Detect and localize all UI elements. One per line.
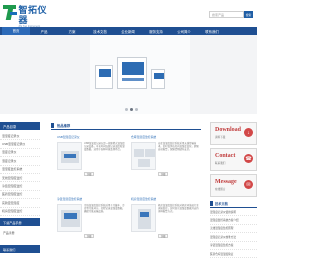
- banner-dot[interactable]: [125, 108, 128, 111]
- chat-icon: ✉: [244, 180, 253, 189]
- tech-docs-list: 温湿度记录仪使用说明 温湿度监控系统方案介绍 无线温湿度监控原理 温湿度记录仪校…: [210, 208, 257, 259]
- product-card: USB温湿度记录仪 USB温湿度记录仪是一款便携式温湿度记录设备，可长时间连续记…: [57, 135, 127, 195]
- product-sidebar: 产品目录 温湿度记录仪 USB温湿度记录仪 温度记录仪 湿度记录仪 温湿度监控系…: [0, 122, 40, 216]
- sidebar-contact-title[interactable]: 联系我们: [0, 245, 40, 253]
- product-detail-button[interactable]: 详细: [158, 172, 168, 176]
- product-detail-button[interactable]: 详细: [84, 172, 94, 176]
- logo-mark-icon: [3, 5, 17, 21]
- product-card: 机房温湿度监控系统 机房温湿度监控系统对机房环境进行全天候监控，实时显示温湿度数…: [131, 197, 201, 257]
- sidebar-item[interactable]: 温度记录仪: [0, 149, 40, 158]
- product-image[interactable]: [57, 142, 82, 170]
- product-detail-button[interactable]: 详细: [84, 234, 94, 238]
- nav-item-about[interactable]: 公司简介: [170, 29, 198, 34]
- logo-name: 智拓仪器: [18, 5, 47, 25]
- search-box: 搜索产品 搜索: [209, 11, 253, 18]
- site-logo[interactable]: 智拓仪器 Zhi Tuo Instrument: [3, 5, 55, 28]
- sidebar-item[interactable]: 温湿度监控系统: [0, 166, 40, 174]
- tech-docs-title: 技术文档: [215, 202, 228, 206]
- sidebar-item[interactable]: 医药温湿度监控: [0, 191, 40, 200]
- sidebar-item[interactable]: 温湿度记录仪: [0, 132, 40, 141]
- sidebar-title: 产品目录: [0, 122, 40, 130]
- tech-doc-link[interactable]: 温湿度监控系统方案介绍: [210, 216, 257, 225]
- banner-device-image: [117, 57, 147, 89]
- product-desc: 仓库温湿度监控系统采用无线传输技术，实时监测仓库内温湿度变化，超限自动报警，保障…: [158, 142, 199, 152]
- nav-item-solutions[interactable]: 方案: [58, 29, 86, 34]
- product-desc: 冷链温湿度监控系统适用于冷藏车、冷库等冷链环节，全程记录温湿度数据，确保冷链运输…: [84, 204, 125, 214]
- product-image[interactable]: [131, 142, 156, 170]
- product-image[interactable]: [57, 204, 82, 232]
- sidebar-item[interactable]: USB温湿度记录仪: [0, 140, 40, 149]
- product-desc: USB温湿度记录仪是一款便携式温湿度记录设备，可长时间连续记录温度和湿度数据，适…: [84, 142, 125, 152]
- nav-item-support[interactable]: 服务支持: [142, 29, 170, 34]
- product-title[interactable]: 仓库温湿度监控系统: [131, 135, 201, 140]
- download-title: Download: [215, 127, 242, 133]
- tech-doc-link[interactable]: 医药仓库温湿度验证: [210, 250, 257, 259]
- banner-dot[interactable]: [135, 108, 138, 111]
- product-desc: 机房温湿度监控系统对机房环境进行全天候监控，实时显示温湿度数据并支持多种报警方式…: [158, 204, 199, 214]
- tech-doc-link[interactable]: 温湿度记录仪校准方法: [210, 233, 257, 242]
- product-card: 仓库温湿度监控系统 仓库温湿度监控系统采用无线传输技术，实时监测仓库内温湿度变化…: [131, 135, 201, 195]
- contact-button[interactable]: Contact 联系我们 ☎: [210, 148, 257, 171]
- featured-products: 热品推荐 USB温湿度记录仪 USB温湿度记录仪是一款便携式温湿度记录设备，可长…: [51, 122, 201, 238]
- product-title[interactable]: USB温湿度记录仪: [57, 135, 127, 140]
- section-title: 热品推荐: [57, 124, 71, 128]
- tech-doc-link[interactable]: 温湿度记录仪使用说明: [210, 208, 257, 217]
- message-button[interactable]: Message 在线留言 ✉: [210, 174, 257, 197]
- section-heading: 热品推荐: [51, 122, 201, 130]
- nav-item-home[interactable]: 首页: [2, 27, 30, 35]
- nav-item-products[interactable]: 产品: [30, 29, 58, 34]
- download-subtitle: 资料下载: [215, 136, 226, 139]
- banner-device-image: [151, 69, 165, 89]
- right-panel: Download 资料下载 ↓ Contact 联系我们 ☎ Message 在…: [210, 122, 257, 259]
- product-card: 冷链温湿度监控系统 冷链温湿度监控系统适用于冷藏车、冷库等冷链环节，全程记录温湿…: [57, 197, 127, 257]
- sidebar-item[interactable]: 实验室温湿度: [0, 199, 40, 208]
- contact-title: Contact: [215, 153, 236, 159]
- download-button[interactable]: Download 资料下载 ↓: [210, 122, 257, 145]
- tech-doc-link[interactable]: 冷链温湿度监控方案: [210, 242, 257, 250]
- product-detail-button[interactable]: 详细: [158, 234, 168, 238]
- sidebar-item[interactable]: 无线温湿度监控: [0, 174, 40, 183]
- sidebar-item[interactable]: 机房温湿度监控: [0, 208, 40, 216]
- phone-icon: ☎: [244, 154, 253, 163]
- tech-docs-heading: 技术文档: [210, 200, 257, 208]
- product-title[interactable]: 机房温湿度监控系统: [131, 197, 201, 202]
- banner-pager: [125, 108, 138, 111]
- product-image[interactable]: [131, 204, 156, 232]
- sidebar-item[interactable]: 冷链温湿度监控: [0, 182, 40, 191]
- search-input[interactable]: 搜索产品: [209, 11, 244, 18]
- sidebar-item[interactable]: 湿度记录仪: [0, 157, 40, 166]
- sidebar-download-title[interactable]: 下载产品手册: [0, 218, 40, 226]
- tech-doc-link[interactable]: 无线温湿度监控原理: [210, 225, 257, 234]
- search-button[interactable]: 搜索: [244, 11, 253, 18]
- sidebar-download-link[interactable]: 产品手册: [3, 231, 15, 235]
- nav-item-news[interactable]: 企业新闻: [114, 29, 142, 34]
- banner-dot-active[interactable]: [130, 108, 133, 111]
- hero-banner[interactable]: [0, 35, 257, 114]
- nav-item-tech-docs[interactable]: 技术文档: [86, 29, 114, 34]
- banner-device-image: [95, 65, 113, 89]
- nav-item-contact[interactable]: 联系我们: [198, 29, 226, 34]
- download-icon: ↓: [244, 128, 253, 137]
- product-title[interactable]: 冷链温湿度监控系统: [57, 197, 127, 202]
- main-nav: 首页 产品 方案 技术文档 企业新闻 服务支持 公司简介 联系我们: [0, 27, 257, 35]
- message-subtitle: 在线留言: [215, 188, 226, 191]
- contact-subtitle: 联系我们: [215, 162, 226, 165]
- message-title: Message: [215, 179, 237, 185]
